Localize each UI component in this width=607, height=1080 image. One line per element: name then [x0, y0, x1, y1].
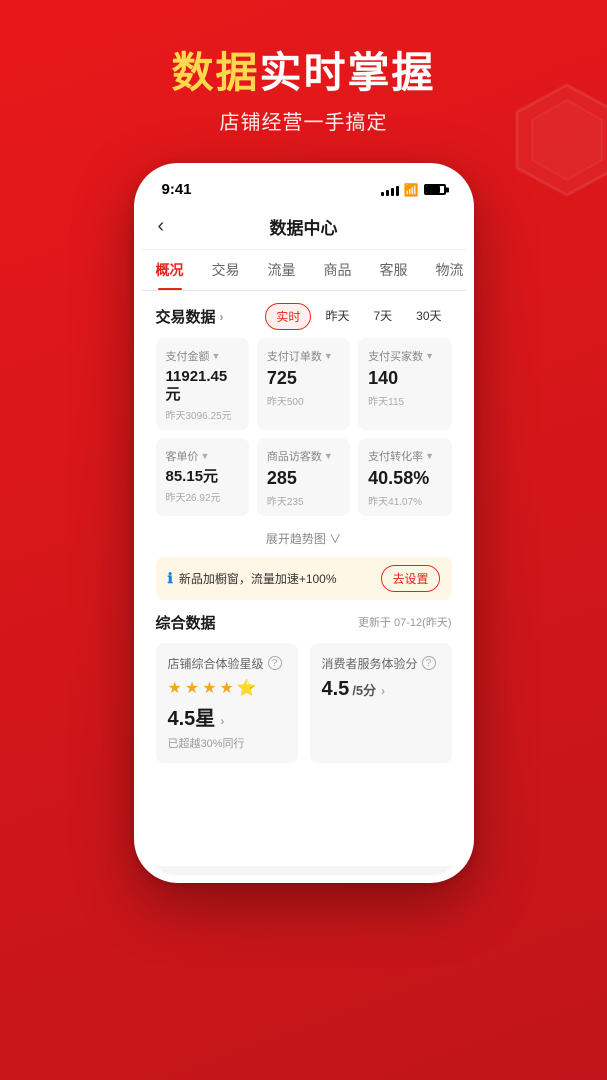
- phone-mockup: 9:41 📶 ‹ 数据中心: [0, 163, 607, 883]
- chevron-right-icon: ›: [381, 684, 385, 698]
- time-tab-group: 实时 昨天 7天 30天: [265, 303, 451, 330]
- payment-amount-sub: 昨天3096.25元: [166, 407, 239, 422]
- service-score-value: 4.5 /5分 ›: [322, 678, 440, 701]
- data-card-order-count: 支付订单数 ▼ 725 昨天500: [257, 338, 350, 430]
- battery-icon: [424, 184, 446, 195]
- status-bar: 9:41 📶: [142, 171, 466, 204]
- tab-bar: 概况 交易 流量 商品 客服 物流 售后: [142, 250, 466, 291]
- dropdown-arrow-icon: ▼: [425, 451, 434, 461]
- question-icon: ?: [268, 656, 282, 670]
- tab-traffic[interactable]: 流量: [254, 250, 310, 290]
- buyer-count-label: 支付买家数 ▼: [368, 348, 441, 364]
- comprehensive-section: 综合数据 更新于 07-12(昨天) 店铺综合体验星级 ? ★ ★ ★: [142, 612, 466, 763]
- hero-subtitle: 店铺经营一手搞定: [0, 106, 607, 135]
- time-tab-realtime[interactable]: 实时: [265, 303, 311, 330]
- stars-row: ★ ★ ★ ★ ⭐: [168, 678, 286, 698]
- buyer-count-value: 140: [368, 368, 441, 390]
- star-2: ★: [185, 678, 199, 698]
- data-card-payment-amount: 支付金额 ▼ 11921.45元 昨天3096.25元: [156, 338, 249, 430]
- tab-overview[interactable]: 概况: [142, 250, 198, 290]
- data-card-buyer-count: 支付买家数 ▼ 140 昨天115: [358, 338, 451, 430]
- buyer-count-sub: 昨天115: [368, 393, 441, 408]
- comp-update-time: 更新于 07-12(昨天): [358, 614, 452, 630]
- tab-customer-service[interactable]: 客服: [366, 250, 422, 290]
- page-title: 数据中心: [270, 214, 338, 239]
- comp-section-header: 综合数据 更新于 07-12(昨天): [156, 612, 452, 633]
- dropdown-arrow-icon: ▼: [201, 451, 210, 461]
- signal-icon: [381, 184, 399, 196]
- data-card-conversion-rate: 支付转化率 ▼ 40.58% 昨天41.07%: [358, 438, 451, 516]
- back-button[interactable]: ‹: [158, 215, 165, 238]
- comp-data-grid: 店铺综合体验星级 ? ★ ★ ★ ★ ⭐ 4.5星 ›: [156, 643, 452, 763]
- payment-amount-label: 支付金额 ▼: [166, 348, 239, 364]
- avg-price-value: 85.15元: [166, 468, 239, 486]
- conversion-rate-sub: 昨天41.07%: [368, 493, 441, 508]
- tab-product[interactable]: 商品: [310, 250, 366, 290]
- dropdown-arrow-icon: ▼: [425, 351, 434, 361]
- status-time: 9:41: [162, 181, 192, 198]
- product-visitors-label: 商品访客数 ▼: [267, 448, 340, 464]
- star-1: ★: [168, 678, 182, 698]
- payment-amount-value: 11921.45元: [166, 368, 239, 404]
- order-count-sub: 昨天500: [267, 393, 340, 408]
- wifi-icon: 📶: [404, 183, 419, 197]
- dropdown-arrow-icon: ▼: [212, 351, 221, 361]
- transaction-data-grid: 支付金额 ▼ 11921.45元 昨天3096.25元 支付订单数 ▼ 725 …: [142, 338, 466, 524]
- conversion-rate-value: 40.58%: [368, 468, 441, 490]
- go-settings-button[interactable]: 去设置: [381, 565, 439, 592]
- star-4: ★: [220, 678, 234, 698]
- star-3: ★: [202, 678, 216, 698]
- avg-price-label: 客单价 ▼: [166, 448, 239, 464]
- question-icon: ?: [422, 656, 436, 670]
- promo-banner: ℹ 新品加橱窗，流量加速+100% 去设置: [156, 557, 452, 600]
- banner-text: ℹ 新品加橱窗，流量加速+100%: [168, 570, 337, 587]
- expand-trends-button[interactable]: 展开趋势图 ∨: [142, 524, 466, 557]
- time-tab-7days[interactable]: 7天: [363, 303, 402, 330]
- top-nav: ‹ 数据中心: [142, 204, 466, 250]
- dropdown-arrow-icon: ▼: [324, 351, 333, 361]
- dropdown-arrow-icon: ▼: [324, 451, 333, 461]
- chevron-right-icon: ›: [220, 310, 224, 324]
- hero-title: 数据实时掌握: [0, 48, 607, 98]
- stars-sub: 已超越30%同行: [168, 735, 286, 751]
- data-card-avg-price: 客单价 ▼ 85.15元 昨天26.92元: [156, 438, 249, 516]
- stars-label: 店铺综合体验星级 ?: [168, 655, 286, 672]
- app-content: ‹ 数据中心 概况 交易 流量 商品 客服: [142, 204, 466, 866]
- phone-frame: 9:41 📶 ‹ 数据中心: [134, 163, 474, 883]
- service-score-label: 消费者服务体验分 ?: [322, 655, 440, 672]
- tab-transaction[interactable]: 交易: [198, 250, 254, 290]
- time-tab-30days[interactable]: 30天: [406, 303, 451, 330]
- data-card-product-visitors: 商品访客数 ▼ 285 昨天235: [257, 438, 350, 516]
- star-half: ⭐: [237, 678, 257, 698]
- comp-card-service-score[interactable]: 消费者服务体验分 ? 4.5 /5分 ›: [310, 643, 452, 763]
- hero-title-highlight: 数据: [171, 49, 259, 96]
- product-visitors-value: 285: [267, 468, 340, 490]
- stars-value: 4.5星 ›: [168, 702, 286, 731]
- order-count-label: 支付订单数 ▼: [267, 348, 340, 364]
- info-icon: ℹ: [168, 570, 173, 587]
- product-visitors-sub: 昨天235: [267, 493, 340, 508]
- hero-section: 数据实时掌握 店铺经营一手搞定: [0, 0, 607, 135]
- conversion-rate-label: 支付转化率 ▼: [368, 448, 441, 464]
- comp-section-title: 综合数据: [156, 612, 216, 633]
- status-icons: 📶: [381, 183, 446, 197]
- transaction-section-header: 交易数据 › 实时 昨天 7天 30天: [142, 291, 466, 338]
- chevron-right-icon: ›: [220, 714, 224, 728]
- transaction-title[interactable]: 交易数据 ›: [156, 306, 224, 327]
- order-count-value: 725: [267, 368, 340, 390]
- comp-card-stars[interactable]: 店铺综合体验星级 ? ★ ★ ★ ★ ⭐ 4.5星 ›: [156, 643, 298, 763]
- tab-logistics[interactable]: 物流: [422, 250, 466, 290]
- avg-price-sub: 昨天26.92元: [166, 489, 239, 504]
- time-tab-yesterday[interactable]: 昨天: [315, 303, 359, 330]
